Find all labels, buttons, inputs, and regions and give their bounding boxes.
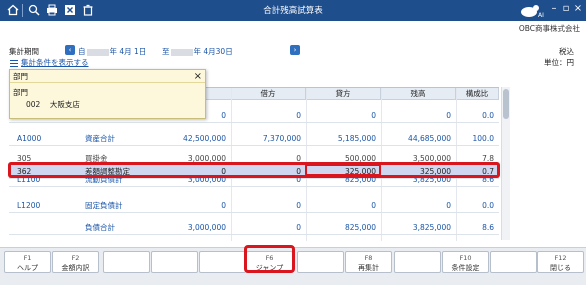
f7-button[interactable] (297, 251, 344, 273)
f3-button[interactable] (103, 251, 150, 273)
company-name: OBC商事株式会社 (518, 24, 580, 33)
table-row[interactable]: A1000 資産合計 42,500,000 7,370,000 5,185,00… (9, 132, 499, 146)
department-value: 002 大阪支店 (26, 100, 80, 109)
f9-button[interactable] (394, 251, 441, 273)
table-row[interactable]: L1200 固定負債計 0 0 0 0 0.0 (9, 199, 499, 213)
svg-text:AI: AI (538, 12, 544, 19)
window-title: 合計残高試算表 (263, 6, 323, 16)
popup-title: 部門 (10, 70, 205, 83)
column-header-balance: 残高 (381, 88, 456, 100)
close-icon[interactable]: × (194, 70, 202, 83)
popup-sub-label: 部門 (13, 88, 28, 97)
department-popup: 部門 × 部門 002 大阪支店 (9, 69, 206, 119)
next-period-button[interactable]: › (290, 45, 300, 55)
obc-logo-icon: AI (519, 2, 545, 19)
f8-recalculate-button[interactable]: F8 再集計 (345, 251, 392, 273)
maximize-icon[interactable]: ▫ (561, 3, 571, 15)
f11-button[interactable] (490, 251, 537, 273)
f5-button[interactable] (199, 251, 246, 273)
scrollbar-thumb[interactable] (503, 89, 509, 119)
highlight-f6-marker (244, 245, 295, 273)
column-header-debit: 借方 (231, 88, 306, 100)
f10-conditions-button[interactable]: F10 条件設定 (442, 251, 489, 273)
highlight-row-marker (8, 162, 500, 178)
minimize-icon[interactable]: – (549, 3, 559, 15)
list-icon (10, 59, 18, 67)
period-from: 自年 4月 1日 (78, 47, 147, 56)
period-label: 集計期間 (9, 47, 39, 56)
f4-button[interactable] (151, 251, 198, 273)
column-header-credit: 貸方 (306, 88, 381, 100)
column-header-ratio: 構成比 (456, 88, 499, 100)
f12-close-button[interactable]: F12 閉じる (537, 251, 584, 273)
f1-help-button[interactable]: F1 ヘルプ (4, 251, 51, 273)
close-window-icon[interactable]: × (573, 3, 583, 15)
show-conditions-link[interactable]: 集計条件を表示する (10, 57, 89, 68)
prev-period-button[interactable]: ‹ (65, 45, 75, 55)
table-row[interactable]: L1100 流動負債計 3,000,000 0 825,000 3,825,00… (9, 178, 499, 187)
highlight-cell-marker (305, 164, 381, 176)
table-row[interactable]: 負債合計 3,000,000 0 825,000 3,825,000 8.6 (9, 221, 499, 235)
f2-breakdown-button[interactable]: F2 金額内訳 (52, 251, 99, 273)
tax-mode: 税込 単位：円 (544, 47, 574, 67)
period-to: 至年 4月30日 (162, 47, 233, 56)
title-bar: 合計残高試算表 AI – ▫ × (0, 0, 586, 21)
vertical-scrollbar[interactable] (501, 87, 510, 240)
